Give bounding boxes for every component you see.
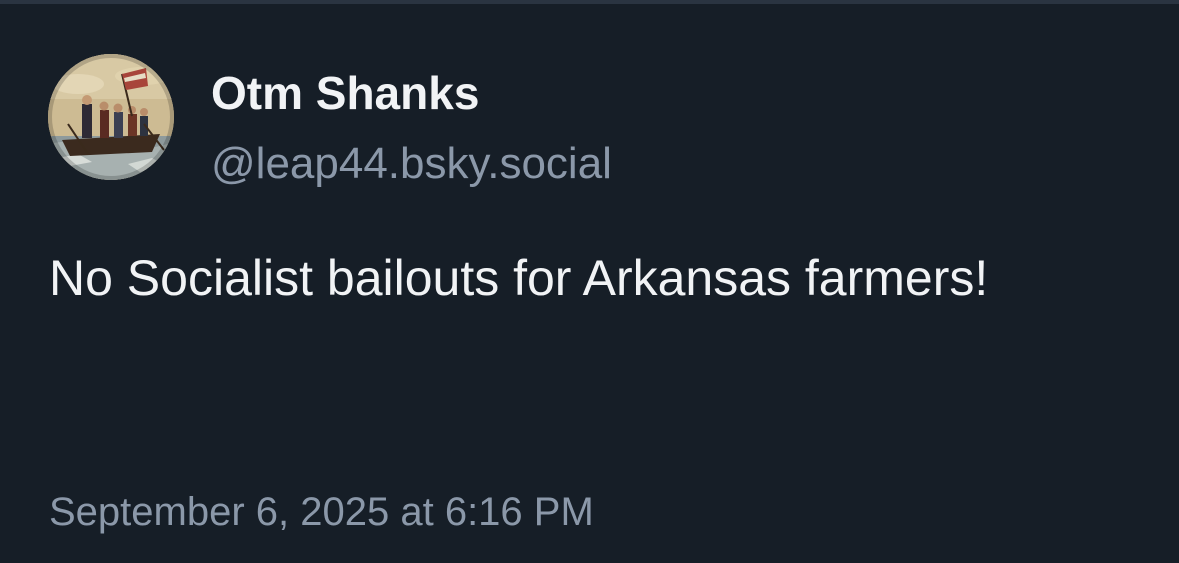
post-timestamp[interactable]: September 6, 2025 at 6:16 PM [49,488,594,536]
author-display-name[interactable]: Otm Shanks [211,66,479,120]
author-handle[interactable]: @leap44.bsky.social [211,138,612,190]
painting-avatar-icon [48,54,174,180]
avatar[interactable] [48,54,174,180]
post-text: No Socialist bailouts for Arkansas farme… [49,250,989,306]
post: Otm Shanks @leap44.bsky.social No Social… [0,0,1179,563]
